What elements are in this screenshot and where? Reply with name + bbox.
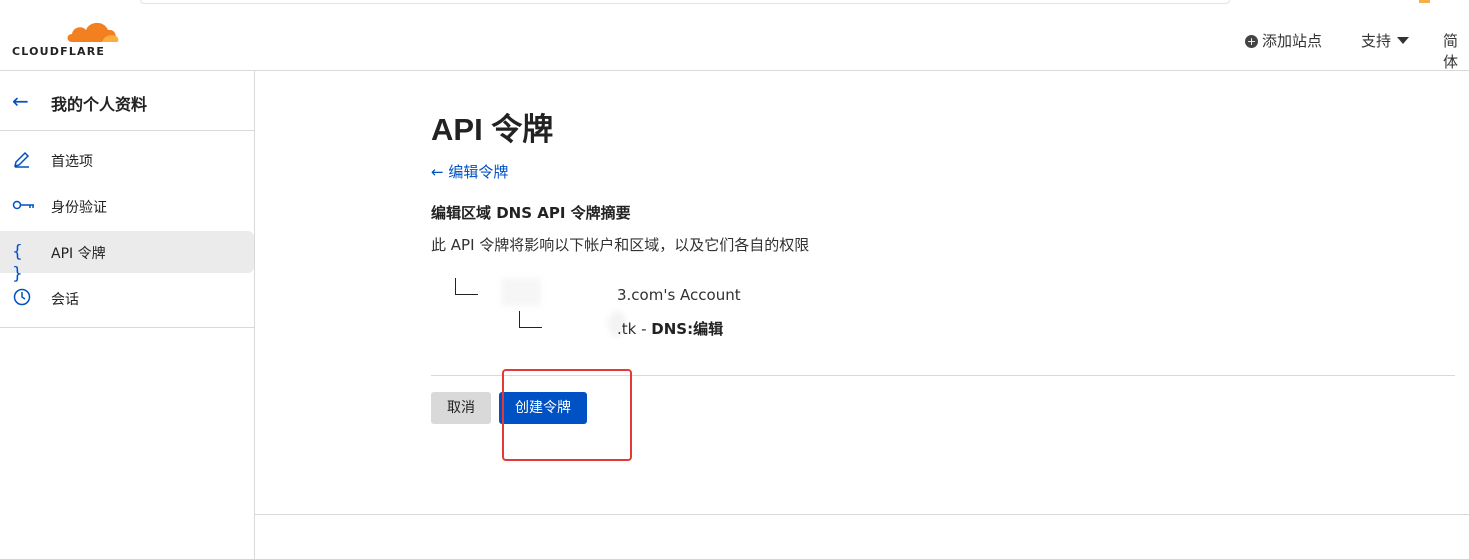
logo-wordmark: CLOUDFLARE [12,45,106,58]
permission-label: DNS:编辑 [651,320,724,338]
redacted-area [501,278,541,306]
edit-token-back-link[interactable]: ← 编辑令牌 [431,161,508,182]
sidebar-item-preferences[interactable]: 首选项 [0,139,254,181]
language-menu[interactable]: 简体 [1443,30,1469,72]
sidebar-title: 我的个人资料 [51,95,148,114]
sidebar-item-label: 身份验证 [51,200,107,216]
braces-icon: { } [12,242,23,284]
support-menu[interactable]: 支持 [1361,30,1410,51]
sidebar-item-api-tokens[interactable]: { } API 令牌 [0,231,254,284]
tree-connector [455,278,478,295]
add-site-label: 添加站点 [1262,32,1323,50]
page-title: API 令牌 [431,112,554,147]
top-bar-edge [140,0,1230,4]
browser-top-strip [0,0,1469,8]
sidebar: ← 我的个人资料 首选项 身份验证 { } API 令牌 会话 [0,71,255,559]
cancel-button[interactable]: 取消 [431,392,491,424]
main-content: API 令牌 ← 编辑令牌 编辑区域 DNS API 令牌摘要 此 API 令牌… [255,71,1469,559]
sidebar-item-label: 会话 [51,292,79,308]
plus-circle-icon: + [1245,35,1258,48]
support-label: 支持 [1361,32,1392,50]
sidebar-item-authentication[interactable]: 身份验证 [0,185,254,227]
pencil-icon [12,149,34,171]
top-orange-marker [1419,0,1430,3]
tree-connector [519,311,542,328]
key-icon [12,195,34,217]
top-header: CLOUDFLARE + 添加站点 支持 简体 [0,8,1469,71]
sidebar-item-label: 首选项 [51,154,93,170]
sidebar-divider [0,327,254,328]
bottom-divider [255,514,1469,515]
zone-permission-row: .tk - DNS:编辑 [617,318,723,339]
sidebar-header: ← 我的个人资料 [0,71,254,131]
cloudflare-logo[interactable]: CLOUDFLARE [12,18,122,62]
clock-icon [12,287,34,309]
sidebar-item-sessions[interactable]: 会话 [0,277,254,319]
language-label: 简体 [1443,32,1459,71]
sidebar-item-label: API 令牌 [51,246,106,262]
add-site-button[interactable]: + 添加站点 [1245,30,1322,51]
caret-down-icon [1397,37,1410,44]
highlight-box [502,369,632,461]
summary-description: 此 API 令牌将影响以下帐户和区域，以及它们各自的权限 [431,236,810,254]
account-name: 3.com's Account [617,286,741,304]
summary-title: 编辑区域 DNS API 令牌摘要 [431,204,631,222]
back-arrow-icon[interactable]: ← [12,89,29,113]
zone-name: .tk - [617,320,652,338]
cloud-logo-icon [67,22,119,42]
